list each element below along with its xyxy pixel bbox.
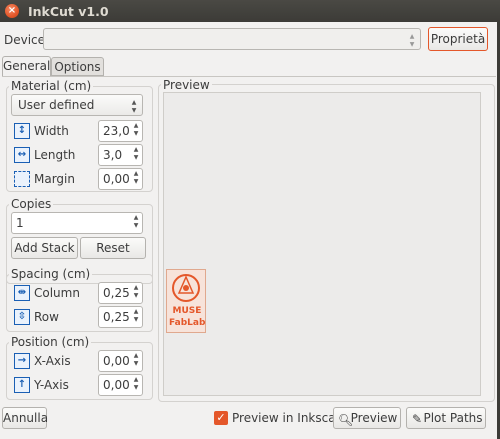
y-axis-spinbox[interactable]: 0,00 ▲ ▼ [98,374,143,396]
properties-button[interactable]: Proprietà [428,27,488,51]
spacing-title: Spacing (cm) [9,267,93,281]
row-spinbox[interactable]: 0,25 ▲ ▼ [98,306,143,328]
length-label: Length [34,148,76,162]
tab-divider [2,76,496,77]
logo-text-muse: MUSE [172,306,202,316]
length-spinbox[interactable]: 3,0 ▲ ▼ [98,144,143,166]
spin-arrows-icon[interactable]: ▲ ▼ [132,170,140,186]
pen-icon: ✎ [412,412,423,426]
copies-spinbox[interactable]: 1 ▲ ▼ [11,212,143,234]
cancel-button[interactable]: Annulla [2,407,48,429]
logo-text-fablab: FabLab [169,318,206,328]
device-select[interactable]: ▲ ▼ [43,28,421,50]
material-select-value: User defined [18,98,95,112]
material-title: Material (cm) [9,79,94,93]
spin-arrows-icon[interactable]: ▲ ▼ [132,214,140,230]
column-spinbox[interactable]: 0,25 ▲ ▼ [98,282,143,304]
plot-paths-button[interactable]: ✎ Plot Paths [406,407,486,429]
copies-value: 1 [16,216,24,230]
device-label: Device [4,33,46,47]
spin-arrows-icon[interactable]: ▲ ▼ [132,376,140,392]
preview-canvas[interactable]: MUSE FabLab [163,92,481,396]
plot-paths-label: Plot Paths [423,411,483,425]
x-axis-value: 0,00 [103,354,130,368]
title-bar: × InkCut v1.0 [0,0,500,22]
spin-arrows-icon[interactable]: ▲ ▼ [132,122,140,138]
combo-arrows-icon: ▲ ▼ [409,33,415,48]
margin-label: Margin [34,172,75,186]
column-label: Column [34,286,80,300]
material-select[interactable]: User defined ▲ ▼ [11,94,143,116]
preview-button[interactable]: 🔍︎ Preview [333,407,401,429]
x-axis-spinbox[interactable]: 0,00 ▲ ▼ [98,350,143,372]
spin-arrows-icon[interactable]: ▲ ▼ [132,308,140,324]
preview-button-label: Preview [350,411,398,425]
column-value: 0,25 [103,286,130,300]
width-spinbox[interactable]: 23,0 ▲ ▼ [98,120,143,142]
width-arrows-icon: ↕ [14,123,30,139]
margin-value: 0,00 [103,172,130,186]
fablab-logo: MUSE FabLab [166,269,206,333]
add-stack-button[interactable]: Add Stack [11,237,78,259]
y-axis-icon: ↑ [14,377,30,393]
length-value: 3,0 [103,148,123,162]
main-window: Device ▲ ▼ Proprietà General Options Mate… [0,22,497,439]
column-spacing-icon: ⇹ [14,285,30,301]
spin-arrows-icon[interactable]: ▲ ▼ [132,352,140,368]
row-spacing-icon: ⇳ [14,309,30,325]
width-value: 23,0 [103,124,130,138]
reset-button[interactable]: Reset [80,237,146,259]
margin-spinbox[interactable]: 0,00 ▲ ▼ [98,168,143,190]
y-axis-value: 0,00 [103,378,130,392]
tab-general[interactable]: General [2,56,51,77]
tab-options[interactable]: Options [51,57,104,76]
position-title: Position (cm) [9,335,92,349]
row-label: Row [34,310,59,324]
magnifier-icon: 🔍︎ [338,413,354,427]
margin-frame-icon [14,171,30,187]
length-arrows-icon: ↔ [14,147,30,163]
width-label: Width [34,124,69,138]
y-axis-label: Y-Axis [34,378,69,392]
spin-arrows-icon[interactable]: ▲ ▼ [132,146,140,162]
x-axis-icon: → [14,353,30,369]
preview-inkscape-checkbox[interactable]: ✓ [214,411,228,425]
combo-arrows-icon: ▲ ▼ [131,99,137,114]
close-icon[interactable]: × [5,4,19,18]
window-title: InkCut v1.0 [28,4,109,19]
spin-arrows-icon[interactable]: ▲ ▼ [132,284,140,300]
copies-title: Copies [9,197,54,211]
row-value: 0,25 [103,310,130,324]
preview-title: Preview [161,78,212,92]
x-axis-label: X-Axis [34,354,71,368]
